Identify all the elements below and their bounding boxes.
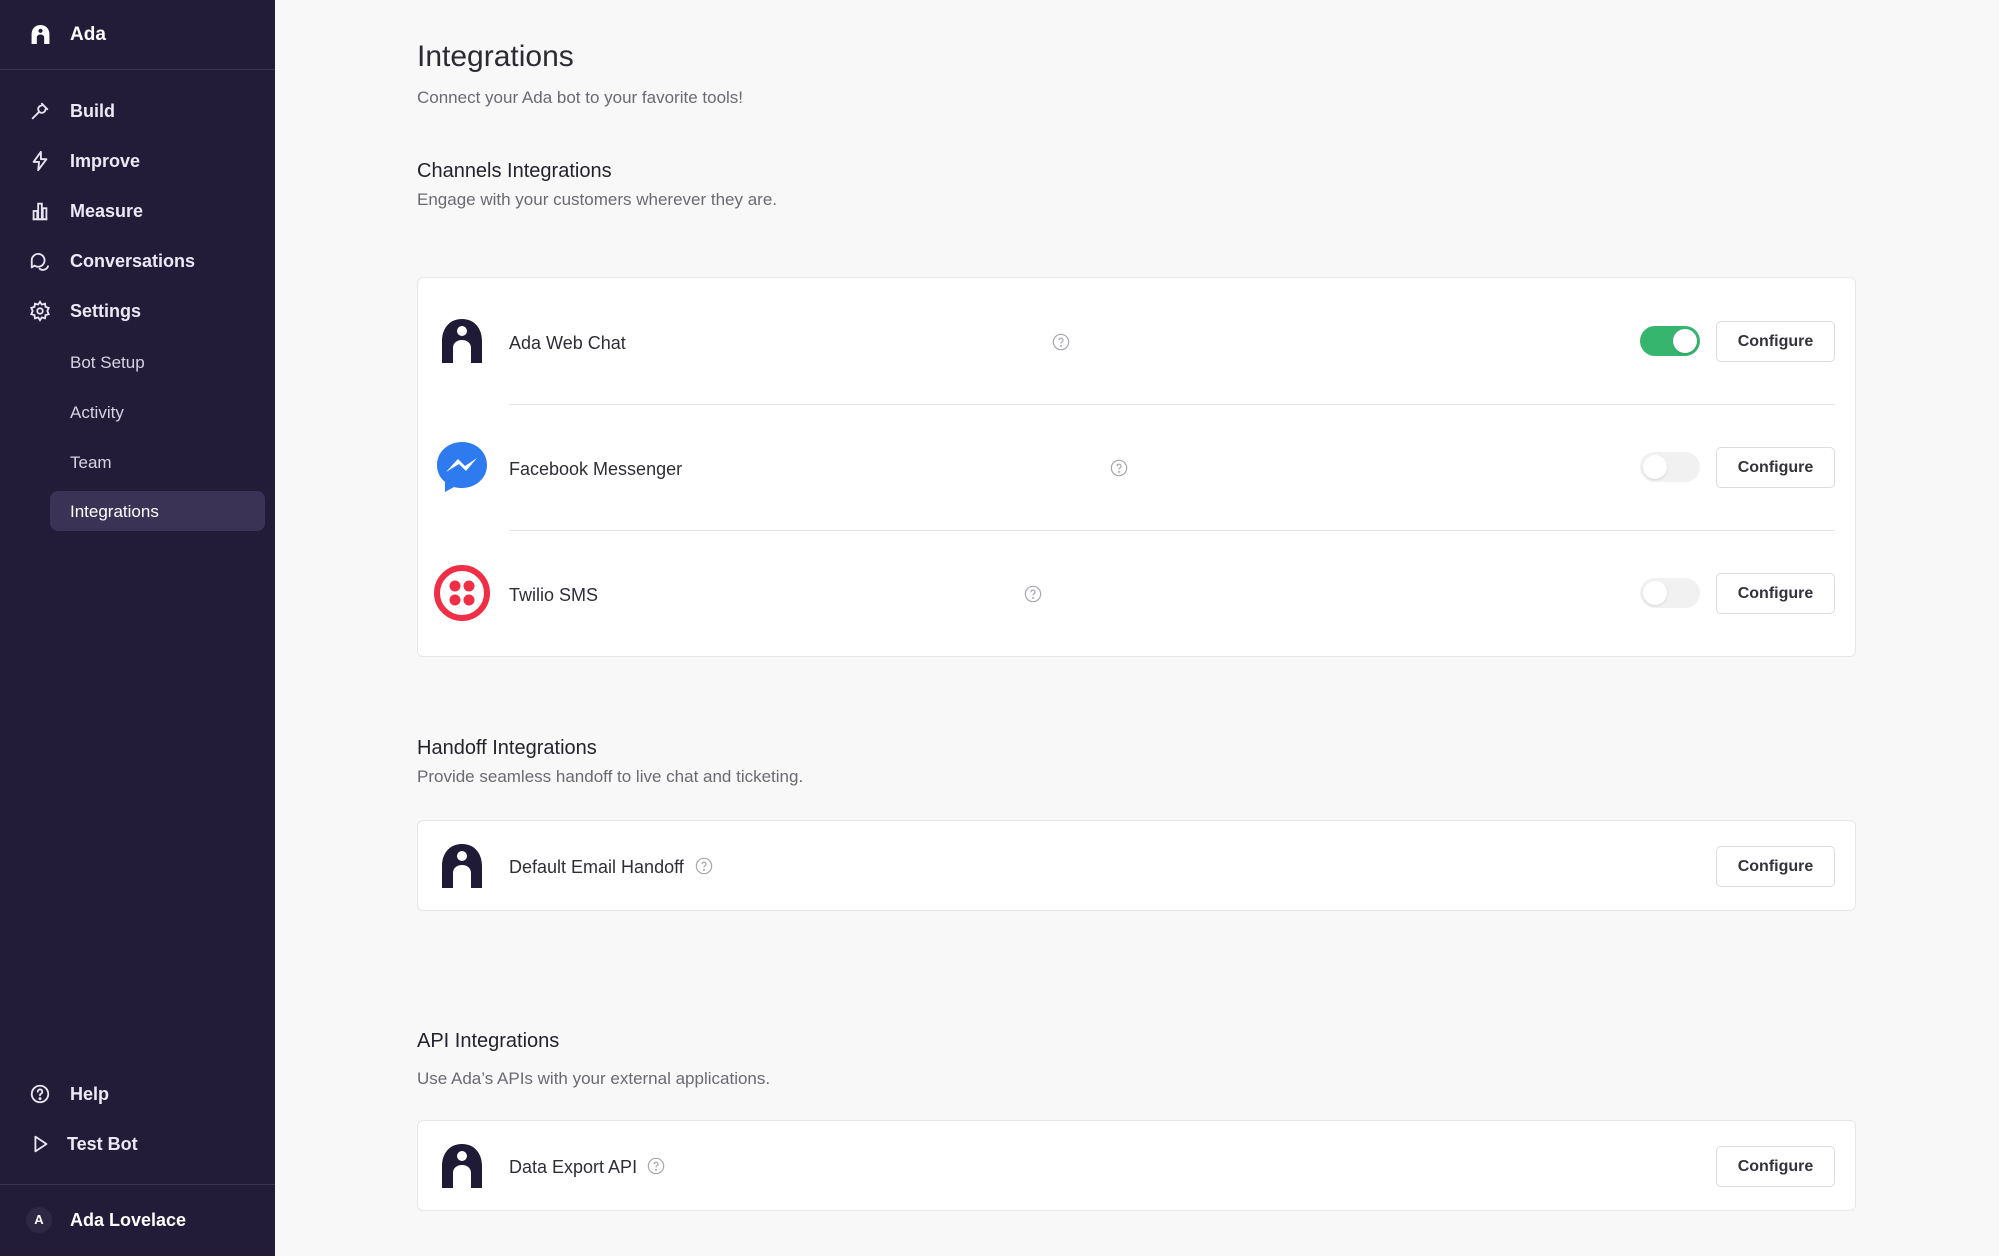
sidebar-item-label: Settings — [70, 301, 142, 321]
configure-button[interactable]: Configure — [1716, 321, 1835, 362]
integration-row-facebook-messenger: Facebook Messenger Configure — [418, 404, 1855, 530]
ada-logo-icon — [442, 844, 482, 888]
integration-row-ada-web-chat: Ada Web Chat Configure — [418, 278, 1855, 404]
user-profile[interactable]: A Ada Lovelace — [0, 1196, 275, 1244]
play-icon — [34, 1135, 48, 1153]
sidebar-item-label: Conversations — [70, 251, 196, 271]
integration-name: Default Email Handoff — [509, 857, 684, 877]
sidebar-subitem-team[interactable]: Team — [50, 442, 265, 482]
page-title: Integrations — [417, 40, 574, 73]
bar-chart-icon — [32, 202, 48, 221]
integration-name: Ada Web Chat — [509, 333, 626, 353]
configure-button[interactable]: Configure — [1716, 447, 1835, 488]
help-circle-icon[interactable] — [1110, 459, 1128, 477]
ada-logo-icon — [442, 1144, 482, 1188]
sidebar-item-label: Improve — [70, 151, 141, 171]
toggle-knob — [1643, 581, 1667, 605]
sidebar-brand[interactable]: Ada — [0, 0, 275, 70]
sidebar-item-label: Help — [70, 1084, 110, 1104]
integration-row-data-export-api: Data Export API Configure — [418, 1121, 1855, 1211]
messenger-logo-icon — [437, 442, 487, 492]
build-icon — [31, 102, 49, 120]
lightning-icon — [32, 150, 48, 172]
integration-row-twilio-sms: Twilio SMS Configure — [418, 530, 1855, 656]
sidebar-item-measure[interactable]: Measure — [0, 189, 275, 233]
help-circle-icon[interactable] — [1024, 585, 1042, 603]
help-circle-icon — [30, 1084, 50, 1104]
channels-card: Ada Web Chat Configure Facebook Messenge… — [417, 277, 1856, 657]
ada-logo-icon — [442, 319, 482, 363]
integration-row-default-email-handoff: Default Email Handoff Configure — [418, 821, 1855, 911]
toggle-facebook-messenger[interactable] — [1640, 452, 1700, 482]
toggle-twilio-sms[interactable] — [1640, 578, 1700, 608]
integration-name: Twilio SMS — [509, 585, 599, 605]
chat-bubbles-icon — [30, 252, 50, 271]
avatar: A — [26, 1207, 52, 1233]
help-circle-icon[interactable] — [647, 1157, 665, 1175]
help-circle-icon[interactable] — [695, 857, 713, 875]
twilio-logo-icon — [434, 565, 490, 621]
section-subtitle-api: Use Ada’s APIs with your external applic… — [417, 1069, 771, 1088]
help-circle-icon[interactable] — [1052, 333, 1070, 351]
brand-name: Ada — [70, 24, 106, 45]
sidebar-item-label: Test Bot — [67, 1134, 138, 1154]
page-subtitle: Connect your Ada bot to your favorite to… — [417, 88, 744, 107]
section-title-handoff: Handoff Integrations — [417, 737, 597, 759]
handoff-card: Default Email Handoff Configure — [417, 820, 1856, 911]
section-title-api: API Integrations — [417, 1030, 560, 1052]
integration-name: Facebook Messenger — [509, 459, 683, 479]
ada-logo-icon — [31, 25, 50, 44]
toggle-knob — [1643, 455, 1667, 479]
sidebar-subitem-label: Team — [70, 453, 112, 472]
section-subtitle-handoff: Provide seamless handoff to live chat an… — [417, 767, 804, 786]
sidebar-item-build[interactable]: Build — [0, 89, 275, 133]
page-header: Integrations — [417, 40, 574, 74]
sidebar-divider — [0, 1184, 275, 1185]
sidebar-item-label: Build — [70, 101, 115, 121]
sidebar-subitem-bot-setup[interactable]: Bot Setup — [50, 342, 265, 382]
sidebar-subitem-label: Integrations — [70, 502, 159, 521]
api-card: Data Export API Configure — [417, 1120, 1856, 1211]
configure-button[interactable]: Configure — [1716, 573, 1835, 614]
sidebar-item-label: Measure — [70, 201, 144, 221]
sidebar-item-conversations[interactable]: Conversations — [0, 239, 275, 283]
sidebar: Ada Build Improve Measure Conversations … — [0, 0, 275, 1256]
section-title-channels: Channels Integrations — [417, 160, 612, 182]
sidebar-item-help[interactable]: Help — [0, 1072, 275, 1116]
section-subtitle-channels: Engage with your customers wherever they… — [417, 190, 778, 209]
sidebar-item-settings[interactable]: Settings — [0, 289, 275, 333]
configure-button[interactable]: Configure — [1716, 1146, 1835, 1187]
gear-icon — [30, 300, 50, 322]
toggle-knob — [1673, 329, 1697, 353]
sidebar-subitem-label: Activity — [70, 403, 124, 422]
sidebar-item-improve[interactable]: Improve — [0, 139, 275, 183]
toggle-ada-web-chat[interactable] — [1640, 326, 1700, 356]
integration-name: Data Export API — [509, 1157, 638, 1177]
sidebar-subitem-integrations[interactable]: Integrations — [50, 491, 265, 531]
sidebar-subitem-label: Bot Setup — [70, 353, 145, 372]
sidebar-item-test-bot[interactable]: Test Bot — [0, 1122, 275, 1166]
sidebar-subitem-activity[interactable]: Activity — [50, 392, 265, 432]
configure-button[interactable]: Configure — [1716, 846, 1835, 887]
user-name: Ada Lovelace — [70, 1210, 187, 1230]
